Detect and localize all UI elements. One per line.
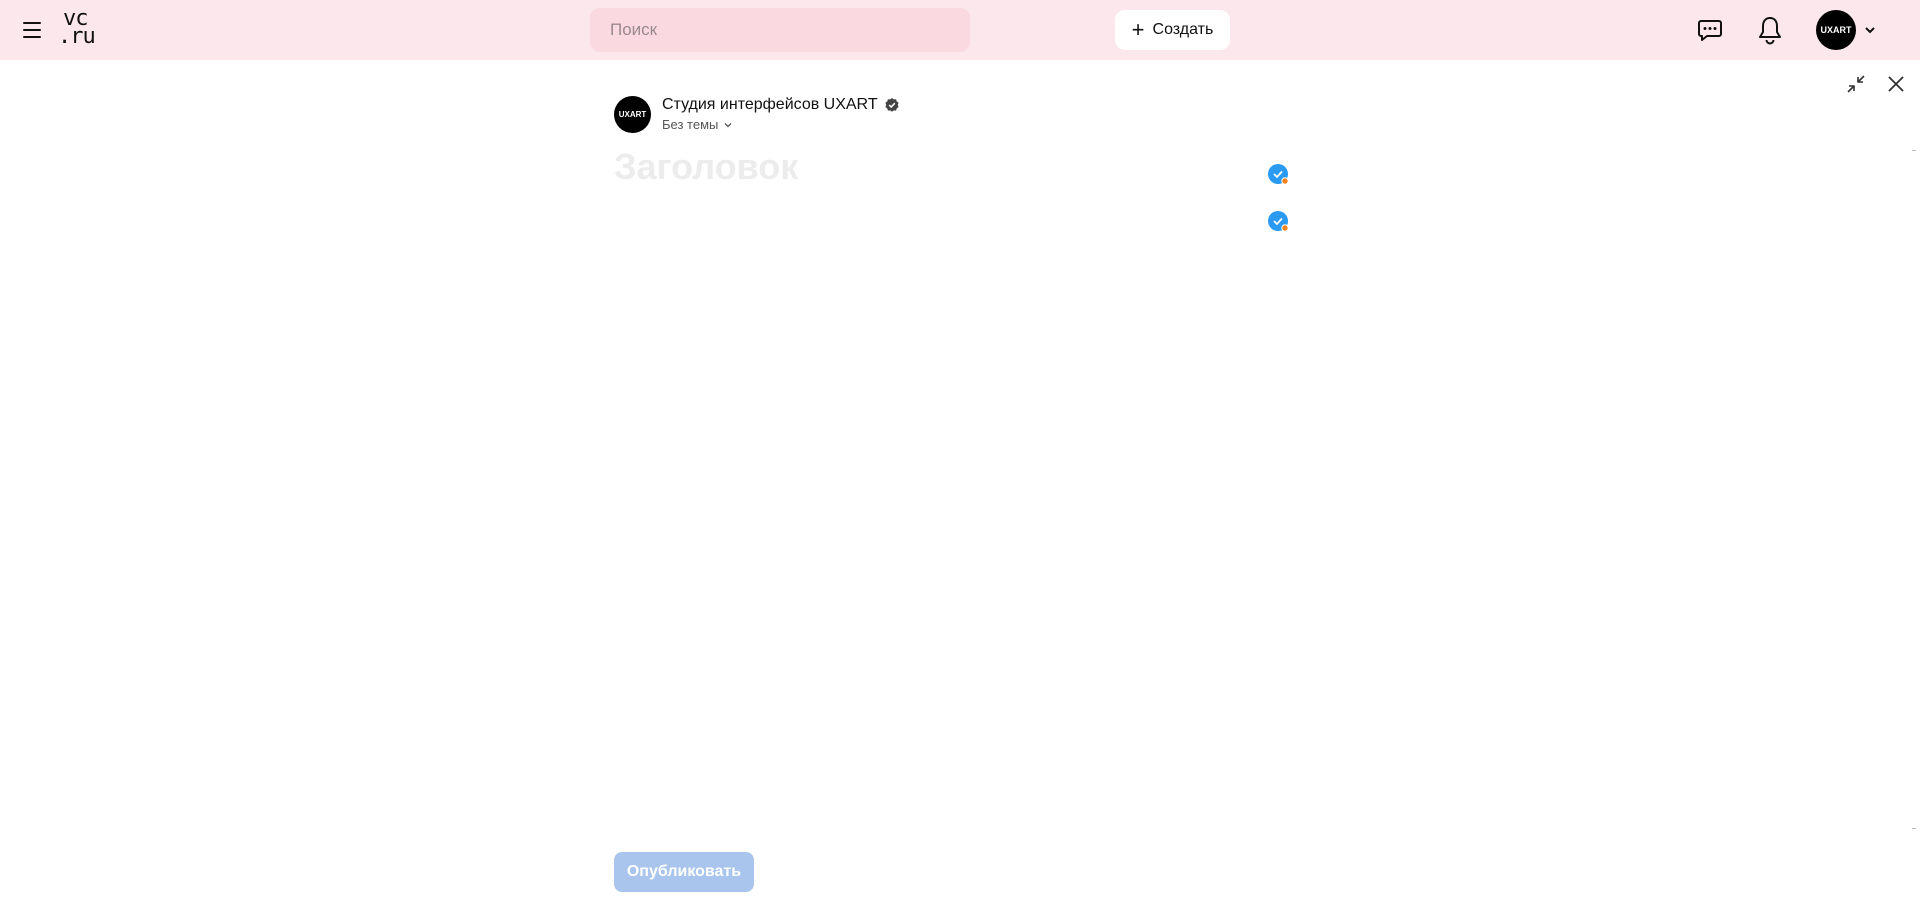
publish-button[interactable]: Опубликовать — [614, 852, 754, 892]
bell-icon[interactable] — [1756, 15, 1784, 45]
scrollbar-top-marker — [1912, 150, 1916, 151]
author-text: Студия интерфейсов UXART Без темы — [662, 96, 900, 132]
site-logo[interactable]: vc .ru — [58, 8, 98, 49]
chat-icon[interactable] — [1696, 16, 1724, 44]
check-badge-icon — [1268, 164, 1289, 185]
hamburger-icon[interactable] — [20, 18, 44, 42]
logo-line-2: .ru — [58, 24, 96, 49]
check-badge-icon — [1268, 211, 1289, 232]
verified-icon — [884, 98, 899, 112]
create-button[interactable]: + Создать — [1115, 10, 1230, 50]
topic-label: Без темы — [662, 117, 719, 132]
create-button-label: Создать — [1152, 21, 1214, 38]
top-header: vc .ru + Создать UXART — [0, 0, 1920, 60]
author-block: UXART Студия интерфейсов UXART Без темы — [614, 94, 900, 134]
chevron-down-icon — [724, 122, 732, 127]
scrollbar-bottom-marker — [1912, 828, 1916, 829]
author-name: Студия интерфейсов UXART — [662, 96, 878, 113]
close-icon[interactable] — [1886, 74, 1906, 94]
chevron-down-icon[interactable] — [1863, 23, 1877, 37]
user-avatar[interactable]: UXART — [1816, 10, 1856, 50]
author-avatar: UXART — [614, 95, 651, 133]
author-name-row: Студия интерфейсов UXART — [662, 96, 900, 114]
title-input[interactable] — [614, 142, 1234, 192]
search-input[interactable] — [590, 8, 970, 52]
minimize-icon[interactable] — [1846, 74, 1866, 94]
plus-icon: + — [1131, 17, 1145, 42]
topic-selector[interactable]: Без темы — [662, 117, 900, 132]
